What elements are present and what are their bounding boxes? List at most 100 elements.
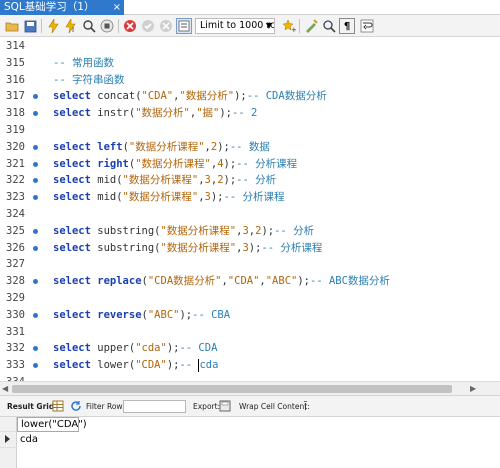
code-line[interactable]: 316 -- 字符串函数: [0, 72, 500, 89]
code-token: reverse: [97, 308, 142, 321]
code-token: "CDA": [141, 90, 174, 103]
result-grid-tab[interactable]: Result Grid: [7, 402, 54, 411]
code-token: );: [166, 342, 180, 355]
code-line[interactable]: 315 -- 常用函数: [0, 55, 500, 72]
scroll-left-icon[interactable]: ◀: [2, 384, 8, 393]
line-number: 320: [6, 140, 25, 153]
save-icon[interactable]: [22, 18, 38, 34]
statement-marker-icon[interactable]: [33, 144, 38, 150]
code-line[interactable]: 320 select left("数据分析课程",2);-- 数据: [0, 139, 500, 156]
toggle-error-icon[interactable]: [122, 18, 138, 34]
code-token: "据": [196, 107, 220, 120]
tab-close-icon[interactable]: ×: [113, 0, 121, 15]
line-number: 328: [6, 275, 25, 288]
code-line[interactable]: 317 select concat("CDA","数据分析");-- CDA数据分…: [0, 88, 500, 105]
find-icon[interactable]: [321, 18, 337, 34]
code-line[interactable]: 327: [0, 256, 500, 273]
statement-marker-icon[interactable]: [33, 312, 38, 318]
line-number: 318: [6, 107, 25, 120]
code-text: select lower("CDA");-- cda: [53, 357, 218, 374]
wrap-cell-icon[interactable]: Ĩ: [302, 400, 314, 413]
statement-marker-icon[interactable]: [33, 245, 38, 251]
explain-icon[interactable]: [81, 18, 97, 34]
statement-marker-icon[interactable]: [33, 228, 38, 234]
line-number: 331: [6, 325, 25, 338]
line-number: 316: [6, 73, 25, 86]
code-token: mid(: [90, 191, 123, 204]
scrollbar-thumb[interactable]: [12, 385, 452, 393]
grid-icon[interactable]: [52, 400, 64, 412]
statement-marker-icon[interactable]: [33, 279, 38, 285]
code-token: select: [53, 275, 91, 288]
code-token: );: [261, 224, 275, 237]
rollback-icon[interactable]: [158, 18, 174, 34]
code-line[interactable]: 326 select substring("数据分析课程",3);-- 分析课程: [0, 240, 500, 257]
execute-selection-icon[interactable]: I: [63, 18, 79, 34]
sql-editor[interactable]: 314 315 -- 常用函数 316 -- 字符串函数 317 select concat…: [0, 37, 500, 381]
code-token: "数据分析": [179, 90, 235, 103]
code-token: -- 分析课程: [223, 191, 285, 204]
code-line[interactable]: 319: [0, 122, 500, 139]
result-cell[interactable]: cda: [18, 432, 38, 448]
limit-rows-select[interactable]: Limit to 1000 rc ▼: [195, 18, 275, 34]
code-line[interactable]: 331: [0, 324, 500, 341]
code-token: "数据分析课程": [160, 241, 237, 254]
svg-text:I: I: [72, 26, 74, 33]
statement-marker-icon[interactable]: [33, 178, 38, 184]
column-header[interactable]: lower("CDA"): [17, 417, 87, 432]
code-token: select: [53, 107, 91, 120]
code-text: select instr("数据分析","据");-- 2: [53, 105, 257, 122]
autocommit-icon[interactable]: [176, 18, 192, 34]
invisible-chars-icon[interactable]: ¶: [339, 18, 355, 34]
code-token: select: [53, 241, 91, 254]
code-line[interactable]: 332 select upper("cda");-- CDA: [0, 340, 500, 357]
editor-horizontal-scrollbar[interactable]: ◀ ▶: [0, 381, 500, 395]
statement-marker-icon[interactable]: [33, 111, 38, 117]
code-line[interactable]: 330 select reverse("ABC");-- CBA: [0, 307, 500, 324]
code-text: select substring("数据分析课程",3,2);-- 分析: [53, 223, 314, 240]
code-text: select reverse("ABC");-- CBA: [53, 307, 230, 324]
code-line[interactable]: 322 select mid("数据分析课程",3,2);-- 分析: [0, 172, 500, 189]
code-token: );: [179, 308, 193, 321]
result-grid[interactable]: lower("CDA") cda: [0, 417, 500, 468]
add-snippet-icon[interactable]: +: [281, 18, 297, 34]
code-line[interactable]: 324: [0, 206, 500, 223]
statement-marker-icon[interactable]: [33, 161, 38, 167]
execute-icon[interactable]: [45, 18, 61, 34]
code-token: -- CDA数据分析: [246, 90, 327, 103]
code-token: substring(: [90, 241, 161, 254]
code-text: -- 字符串函数: [53, 72, 124, 89]
code-token: select: [53, 308, 91, 321]
beautify-icon[interactable]: [303, 18, 319, 34]
code-line[interactable]: 325 select substring("数据分析课程",3,2);-- 分析: [0, 223, 500, 240]
code-token: "数据分析课程": [122, 174, 199, 187]
scroll-right-icon[interactable]: ▶: [470, 384, 476, 393]
result-toolbar: Result Grid Filter Rows: Export: Wrap Ce…: [0, 395, 500, 417]
statement-marker-icon[interactable]: [33, 363, 38, 369]
export-icon[interactable]: [219, 400, 231, 412]
wrap-icon[interactable]: [359, 18, 375, 34]
code-line[interactable]: 323 select mid("数据分析课程",3);-- 分析课程: [0, 189, 500, 206]
folder-open-icon[interactable]: [4, 18, 20, 34]
code-line[interactable]: 333 select lower("CDA");-- cda: [0, 357, 500, 374]
code-line[interactable]: 321 select right("数据分析课程",4);-- 分析课程: [0, 156, 500, 173]
refresh-icon[interactable]: [70, 400, 82, 412]
code-line[interactable]: 314: [0, 38, 500, 55]
code-line[interactable]: 329: [0, 290, 500, 307]
code-token: "cda": [135, 342, 167, 355]
wrap-cell-label: Wrap Cell Content:: [239, 402, 310, 411]
line-number: 314: [6, 40, 25, 52]
statement-marker-icon[interactable]: [33, 195, 38, 201]
code-line[interactable]: 318 select instr("数据分析","据");-- 2: [0, 105, 500, 122]
stop-icon[interactable]: [99, 18, 115, 34]
tab-sql-editor[interactable]: SQL基础学习（1） ×: [0, 0, 124, 15]
filter-rows-input[interactable]: [123, 400, 186, 413]
code-line[interactable]: 328 select replace("CDA数据分析","CDA","ABC")…: [0, 273, 500, 290]
code-token: select: [53, 90, 91, 103]
code-token: -- 常用函数: [53, 56, 114, 69]
statement-marker-icon[interactable]: [33, 94, 38, 100]
code-line[interactable]: 334: [0, 374, 500, 381]
statement-marker-icon[interactable]: [33, 346, 38, 352]
commit-icon[interactable]: [140, 18, 156, 34]
code-token: -- CBA: [192, 308, 231, 321]
